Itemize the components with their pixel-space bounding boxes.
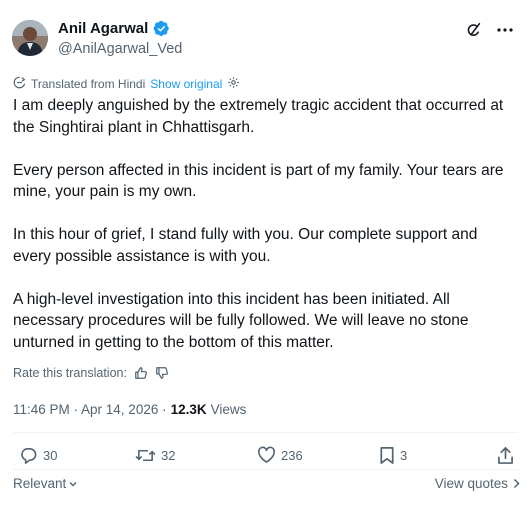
bookmark-button[interactable]: 3 [379, 446, 407, 465]
divider [13, 432, 518, 433]
like-button[interactable]: 236 [257, 446, 303, 464]
like-count: 236 [281, 447, 303, 463]
views-label: Views [210, 402, 247, 417]
bookmark-count: 3 [400, 448, 408, 463]
post-metadata: 11:46 PM · Apr 14, 2026 · 12.3K Views [13, 402, 246, 417]
post-timestamp[interactable]: 11:46 PM · Apr 14, 2026 · [13, 402, 167, 417]
thumbs-down-icon[interactable] [155, 366, 169, 380]
avatar[interactable] [12, 20, 48, 56]
show-original-link[interactable]: Show original [150, 77, 222, 91]
reply-icon [21, 448, 37, 464]
repost-count: 32 [161, 448, 176, 463]
author-name[interactable]: Anil Agarwal [58, 20, 148, 37]
repost-button[interactable]: 32 [135, 446, 175, 465]
translation-settings-icon[interactable] [227, 76, 240, 92]
grok-icon[interactable] [465, 22, 482, 39]
translate-icon [13, 76, 26, 92]
sort-replies-dropdown[interactable]: Relevant [13, 476, 78, 491]
post-body: I am deeply anguished by the extremely t… [13, 95, 518, 375]
verified-badge-icon [153, 20, 170, 37]
post-paragraph: Every person affected in this incident i… [13, 161, 504, 201]
reply-count: 30 [43, 448, 58, 463]
post-paragraph: I am deeply anguished by the extremely t… [13, 97, 504, 136]
chevron-down-icon [69, 481, 77, 486]
reply-button[interactable]: 30 [19, 446, 57, 465]
rate-translation: Rate this translation: [13, 366, 169, 380]
author-handle[interactable]: @AnilAgarwal_Ved [58, 41, 182, 57]
translation-notice: Translated from Hindi Show original [13, 76, 240, 92]
post-paragraph: In this hour of grief, I stand fully wit… [13, 226, 478, 265]
more-options-icon[interactable] [496, 21, 514, 39]
share-button[interactable] [497, 446, 514, 465]
avatar-image [12, 20, 48, 56]
heart-icon [257, 446, 276, 463]
replies-footer: Relevant View quotes [13, 476, 521, 494]
bookmark-icon [380, 447, 394, 464]
view-quotes-label: View quotes [434, 476, 508, 491]
sort-label: Relevant [13, 476, 67, 491]
translated-from-label: Translated from Hindi [31, 77, 146, 91]
rate-translation-label: Rate this translation: [13, 366, 127, 380]
repost-icon [135, 449, 156, 462]
view-quotes-link[interactable]: View quotes [435, 476, 521, 491]
share-icon [498, 447, 513, 464]
post-paragraph: A high-level investigation into this inc… [13, 290, 469, 351]
thumbs-up-icon[interactable] [134, 366, 148, 380]
views-count: 12.3K [170, 402, 207, 417]
engagement-bar: 30 32 236 3 [19, 446, 519, 468]
divider [13, 469, 518, 470]
post-header: Anil Agarwal @AnilAgarwal_Ved [12, 18, 522, 64]
chevron-right-icon [513, 478, 520, 489]
